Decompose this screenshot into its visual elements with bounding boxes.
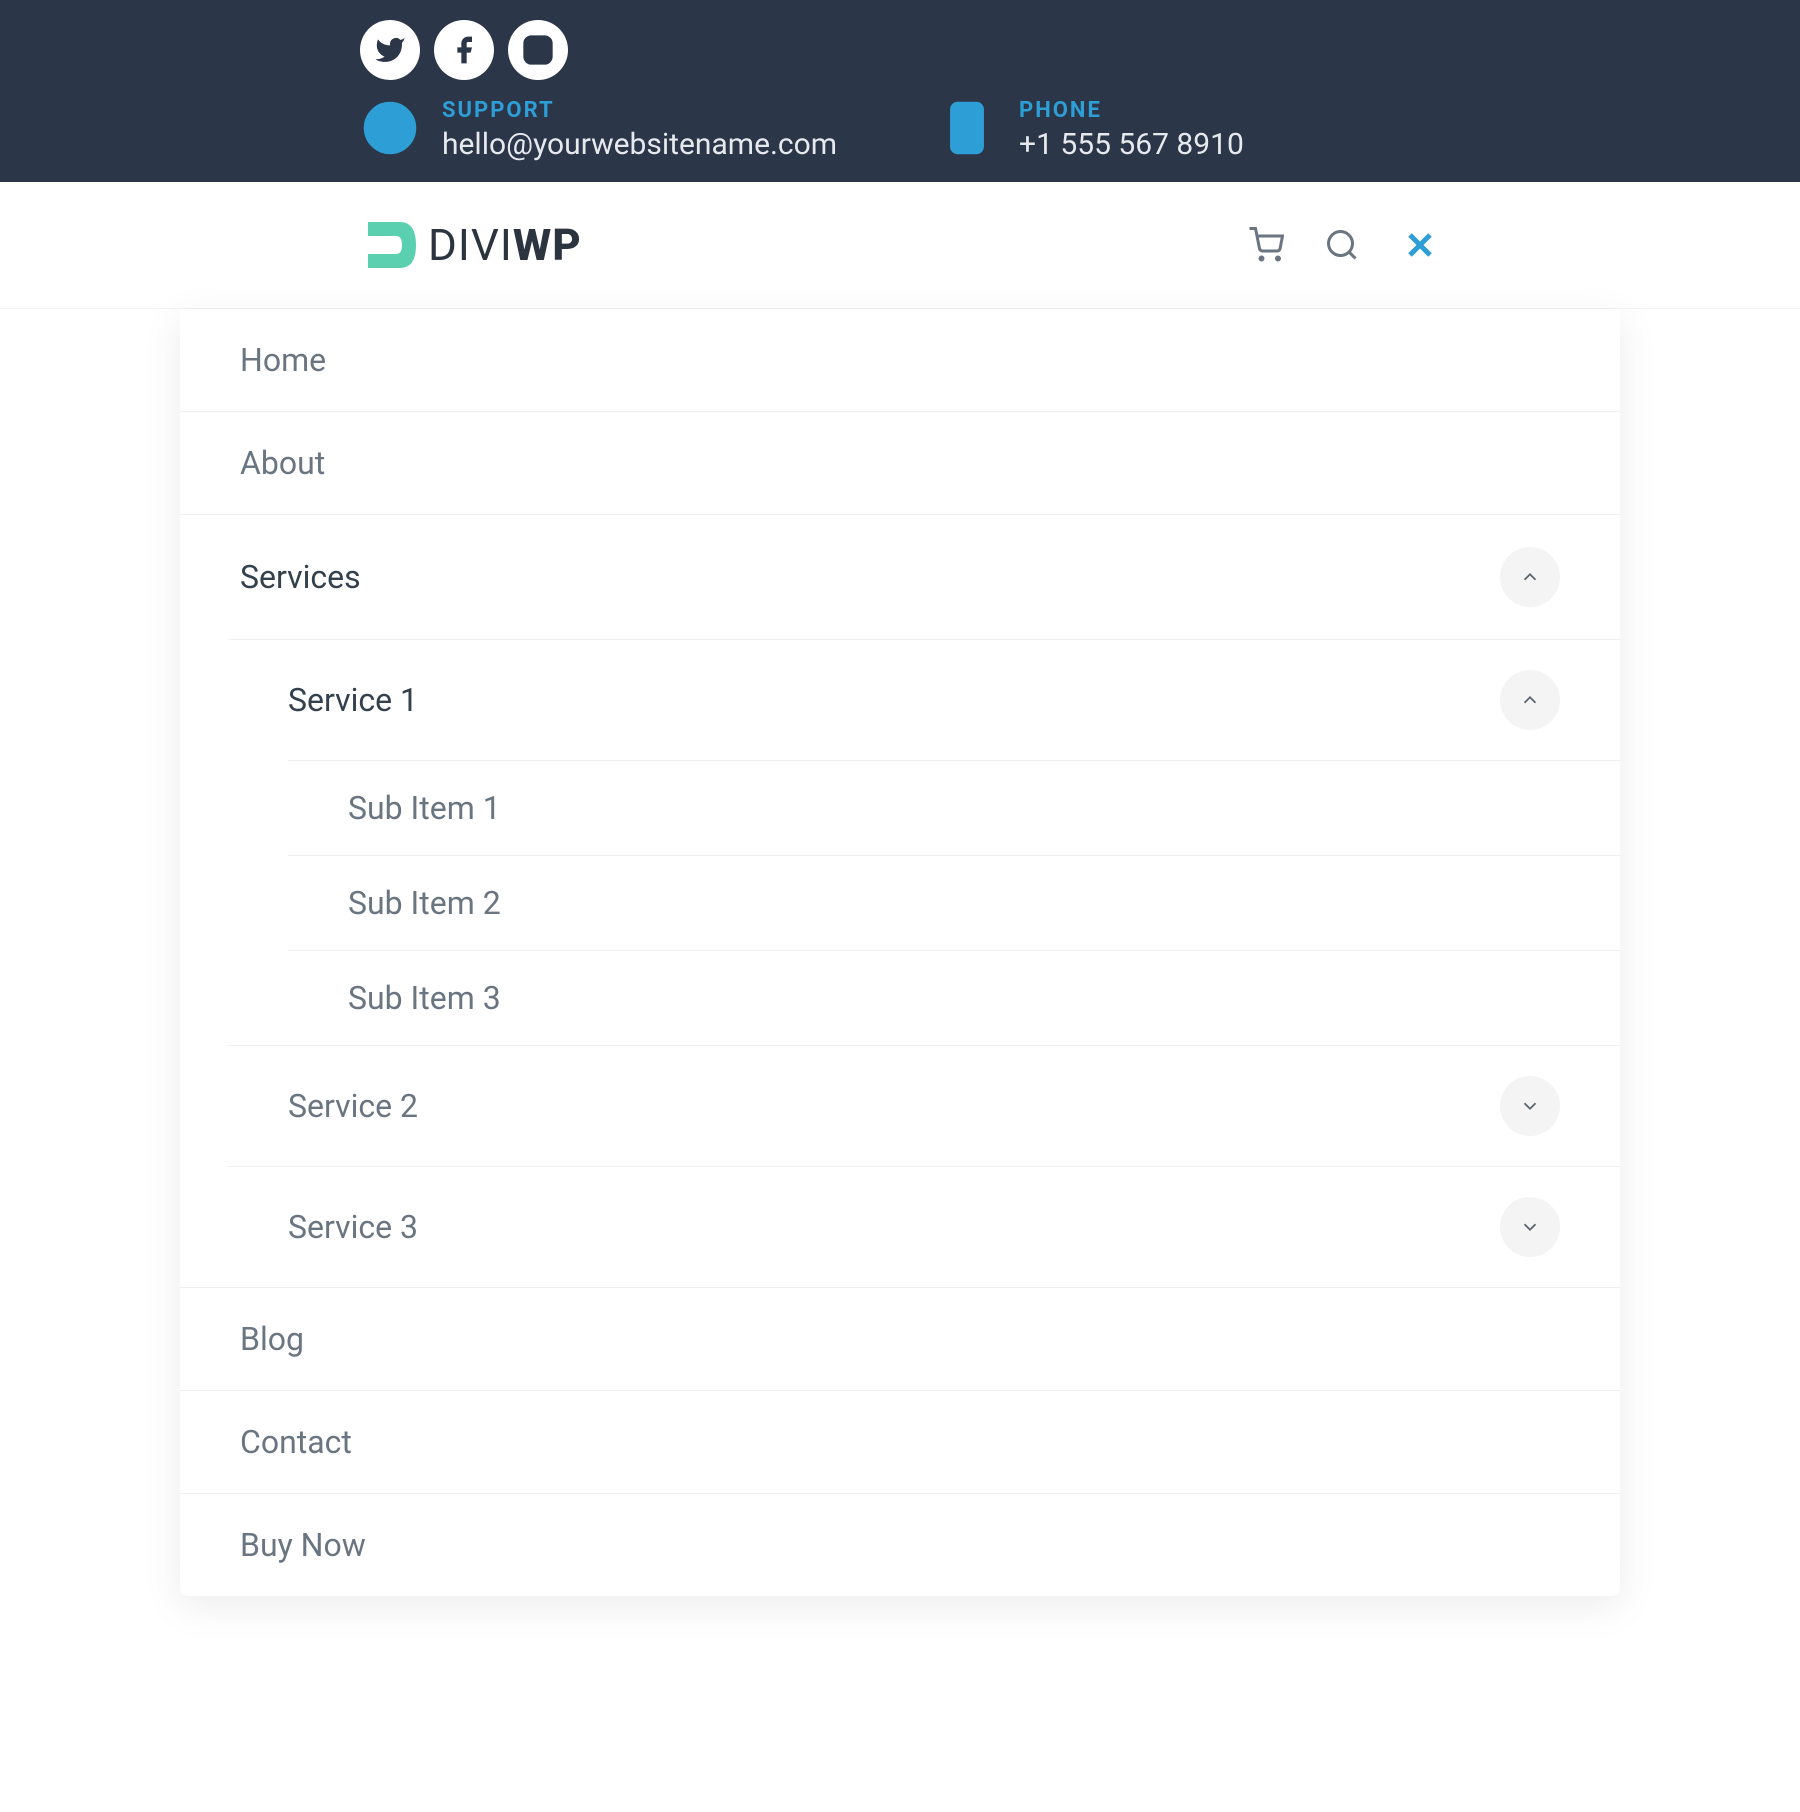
- menu-item-contact[interactable]: Contact: [180, 1391, 1620, 1493]
- chevron-down-icon[interactable]: [1500, 1076, 1560, 1136]
- logo[interactable]: DIVIWP: [360, 214, 582, 276]
- phone-block: PHONE +1 555 567 8910: [937, 98, 1244, 162]
- logo-text: DIVIWP: [428, 219, 582, 271]
- cart-icon[interactable]: [1248, 227, 1284, 263]
- topbar: SUPPORT hello@yourwebsitename.com PHONE …: [0, 0, 1800, 182]
- chevron-up-icon[interactable]: [1500, 670, 1560, 730]
- menu-item-sub-3[interactable]: Sub Item 3: [288, 951, 1620, 1045]
- lifebuoy-icon: [360, 98, 420, 158]
- phone-label: PHONE: [1019, 98, 1244, 123]
- support-label: SUPPORT: [442, 98, 837, 123]
- mobile-icon: [937, 98, 997, 158]
- logo-mark-icon: [360, 214, 422, 276]
- menu-item-blog[interactable]: Blog: [180, 1288, 1620, 1390]
- chevron-down-icon[interactable]: [1500, 1197, 1560, 1257]
- mobile-menu: Home About Services Service 1: [180, 309, 1620, 1596]
- menu-item-service-2[interactable]: Service 2: [228, 1046, 1620, 1166]
- menu-item-home[interactable]: Home: [180, 309, 1620, 411]
- menu-item-sub-2[interactable]: Sub Item 2: [288, 856, 1620, 950]
- twitter-icon[interactable]: [360, 20, 420, 80]
- social-links: [360, 20, 1440, 80]
- menu-item-about[interactable]: About: [180, 412, 1620, 514]
- menu-item-sub-1[interactable]: Sub Item 1: [288, 761, 1620, 855]
- menu-item-service-3[interactable]: Service 3: [228, 1167, 1620, 1287]
- menu-item-services[interactable]: Services: [180, 515, 1620, 639]
- menu-item-buy-now[interactable]: Buy Now: [180, 1494, 1620, 1596]
- close-icon[interactable]: [1400, 225, 1440, 265]
- instagram-icon[interactable]: [508, 20, 568, 80]
- search-icon[interactable]: [1324, 227, 1360, 263]
- facebook-icon[interactable]: [434, 20, 494, 80]
- menu-item-service-1[interactable]: Service 1: [228, 640, 1620, 760]
- chevron-up-icon[interactable]: [1500, 547, 1560, 607]
- support-value[interactable]: hello@yourwebsitename.com: [442, 127, 837, 162]
- support-block: SUPPORT hello@yourwebsitename.com: [360, 98, 837, 162]
- header: DIVIWP: [0, 182, 1800, 309]
- phone-value[interactable]: +1 555 567 8910: [1019, 127, 1244, 162]
